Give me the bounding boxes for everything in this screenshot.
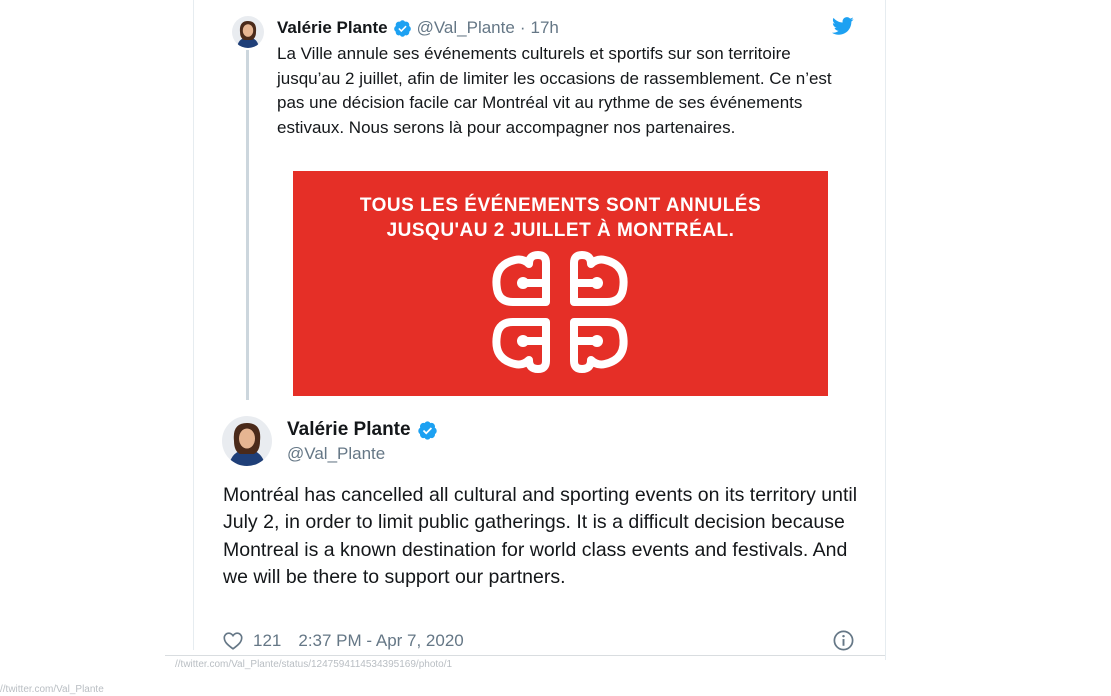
author-handle[interactable]: @Val_Plante: [287, 444, 385, 464]
author-name[interactable]: Valérie Plante: [277, 18, 388, 38]
like-count[interactable]: 121: [253, 631, 281, 651]
source-url-fragment: //twitter.com/Val_Plante: [0, 684, 104, 695]
main-tweet-author-row: Valérie Plante: [287, 418, 438, 442]
media-headline-line1: TOUS LES ÉVÉNEMENTS SONT ANNULÉS: [359, 195, 762, 216]
like-heart-icon[interactable]: [222, 630, 244, 652]
frame-left-border: [193, 0, 194, 650]
author-handle[interactable]: @Val_Plante: [417, 18, 515, 38]
verified-badge-icon: [393, 19, 412, 38]
twitter-bird-icon[interactable]: [832, 15, 854, 37]
quoted-tweet-header: Valérie Plante @Val_Plante · 17h: [277, 17, 559, 39]
tweet-meta-row: 121 2:37 PM - Apr 7, 2020: [222, 630, 464, 652]
media-headline-line2: JUSQU'AU 2 JUILLET À MONTRÉAL.: [386, 220, 735, 241]
info-icon[interactable]: [832, 629, 855, 652]
separator-dot: ·: [519, 18, 526, 37]
tweet-timestamp[interactable]: 2:37 PM - Apr 7, 2020: [298, 631, 463, 651]
montreal-hearts-logo-icon: [492, 251, 628, 373]
thread-connector-line: [246, 50, 249, 400]
main-tweet-text: Montréal has cancelled all cultural and …: [223, 484, 858, 588]
avatar[interactable]: [222, 416, 272, 466]
quoted-tweet-text: La Ville annule ses événements culturels…: [277, 44, 832, 137]
tweet-time[interactable]: 17h: [530, 18, 558, 38]
verified-badge-icon: [417, 420, 438, 441]
source-divider: [165, 655, 885, 656]
tweet-media-image[interactable]: TOUS LES ÉVÉNEMENTS SONT ANNULÉS JUSQU'A…: [293, 171, 828, 396]
frame-right-border: [885, 0, 886, 660]
source-url-fragment: //twitter.com/Val_Plante/status/12475941…: [175, 659, 453, 670]
author-name[interactable]: Valérie Plante: [287, 419, 411, 441]
avatar[interactable]: [232, 16, 264, 48]
